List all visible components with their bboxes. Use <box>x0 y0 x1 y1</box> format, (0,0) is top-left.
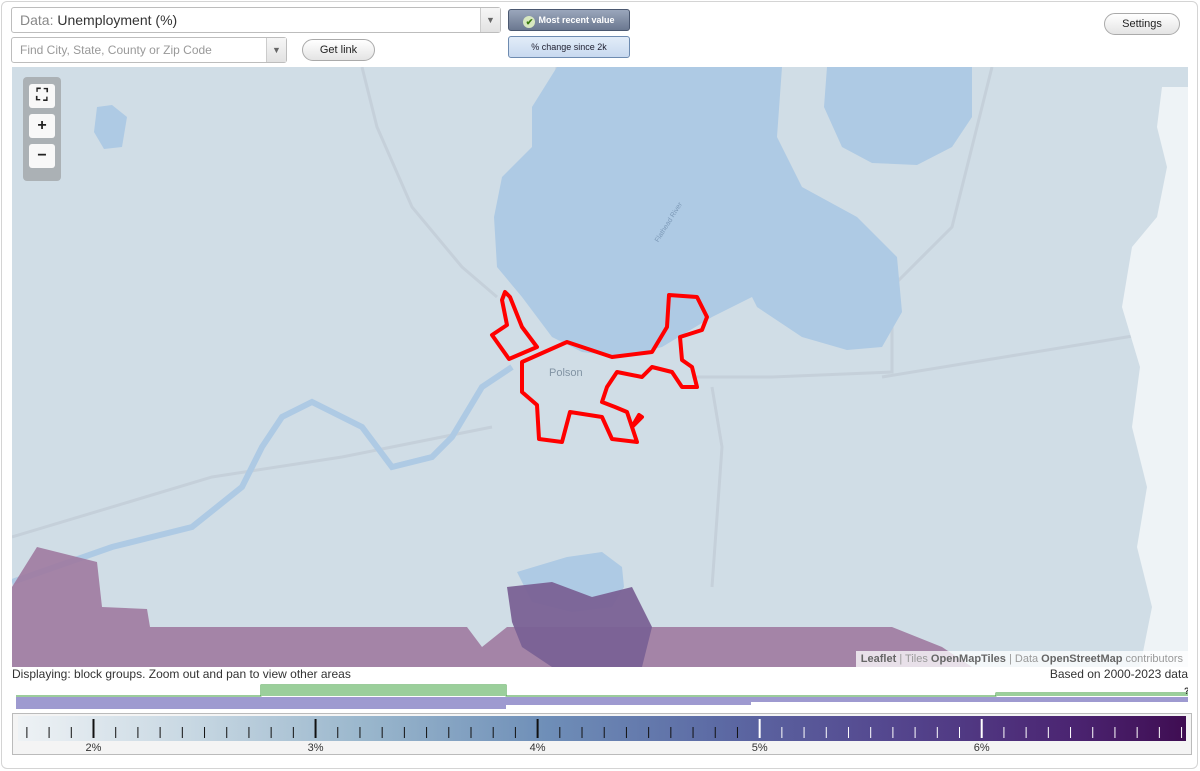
legend-tick-label: 6% <box>973 742 990 754</box>
percent-change-toggle[interactable]: % change since 2k <box>508 36 630 58</box>
legend-tick-label: 2% <box>85 742 102 754</box>
legend-ticks <box>26 719 1183 738</box>
displaying-status: Displaying: block groups. Zoom out and p… <box>12 667 351 681</box>
map-view[interactable]: Polson Flathead River <box>12 67 1188 667</box>
zoom-controls: ⛶ + − <box>23 77 61 181</box>
settings-button[interactable]: Settings <box>1104 13 1180 35</box>
distribution-histogram: ? <box>16 684 1188 709</box>
attribution-contrib: contributors <box>1122 653 1183 665</box>
color-scale-legend: 2% 3% 4% 5% 6% <box>12 713 1192 755</box>
histogram-bar <box>996 693 1188 696</box>
map-canvas: Polson Flathead River <box>12 67 1188 667</box>
map-east-edge <box>1122 87 1188 667</box>
leaflet-link[interactable]: Leaflet <box>861 653 896 665</box>
osm-link[interactable]: OpenStreetMap <box>1041 653 1122 665</box>
checkmark-icon: ✔ <box>523 16 536 28</box>
lake-northwest <box>94 105 127 149</box>
region-polygon[interactable] <box>12 547 972 667</box>
zoom-in-button[interactable]: + <box>29 114 55 138</box>
data-select-prefix: Data: <box>20 12 54 28</box>
map-water <box>12 67 972 612</box>
based-on-status: Based on 2000-2023 data <box>1049 667 1188 681</box>
chevron-down-icon[interactable]: ▼ <box>480 8 500 32</box>
histogram-band <box>996 697 1188 702</box>
histogram-band <box>751 697 996 702</box>
map-attribution: Leaflet | Tiles OpenMapTiles | Data Open… <box>855 651 1188 667</box>
lake-northeast <box>824 67 972 165</box>
most-recent-label: Most recent value <box>538 15 615 25</box>
chevron-down-icon[interactable]: ▼ <box>266 38 286 62</box>
attribution-sep2: | Data <box>1005 653 1042 665</box>
data-select-value: Unemployment (%) <box>57 12 178 28</box>
histogram-band <box>16 697 506 709</box>
legend-tick-label: 4% <box>529 742 546 754</box>
histogram-bar <box>261 685 506 696</box>
zoom-out-button[interactable]: − <box>29 144 55 168</box>
data-select[interactable]: Data: Unemployment (%) ▼ <box>11 7 501 33</box>
get-link-button[interactable]: Get link <box>302 39 375 61</box>
legend-tick-label: 3% <box>307 742 324 754</box>
fullscreen-icon[interactable]: ⛶ <box>29 84 55 108</box>
location-search[interactable]: ▼ <box>11 37 287 63</box>
histogram-band <box>506 697 751 705</box>
most-recent-toggle[interactable]: ✔ Most recent value <box>508 9 630 31</box>
legend-tick-label: 5% <box>751 742 768 754</box>
help-icon: ? <box>1184 686 1188 696</box>
openmaptiles-link[interactable]: OpenMapTiles <box>931 653 1006 665</box>
attribution-sep1: | Tiles <box>896 653 931 665</box>
river <box>12 364 514 585</box>
search-input[interactable] <box>12 38 262 62</box>
place-label-polson: Polson <box>549 367 583 379</box>
